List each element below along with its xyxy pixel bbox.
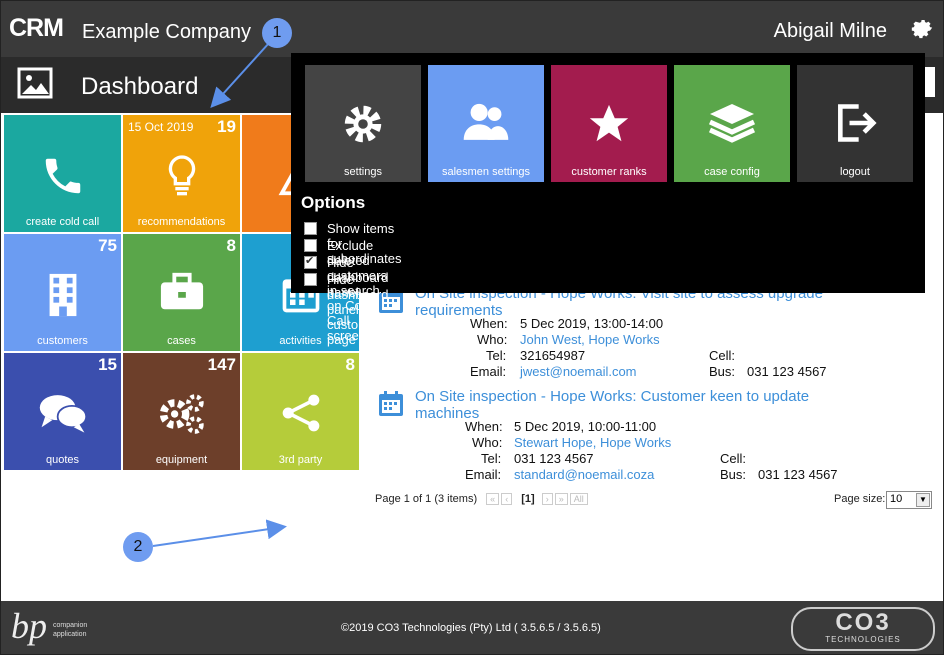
callout-arrow-2 bbox=[152, 519, 287, 547]
callout-2: 2 bbox=[123, 532, 153, 562]
callout-arrow-1 bbox=[210, 42, 270, 108]
app-window: CRM Example Company Abigail Milne Dashbo… bbox=[0, 0, 944, 655]
callout-1: 1 bbox=[262, 18, 292, 48]
